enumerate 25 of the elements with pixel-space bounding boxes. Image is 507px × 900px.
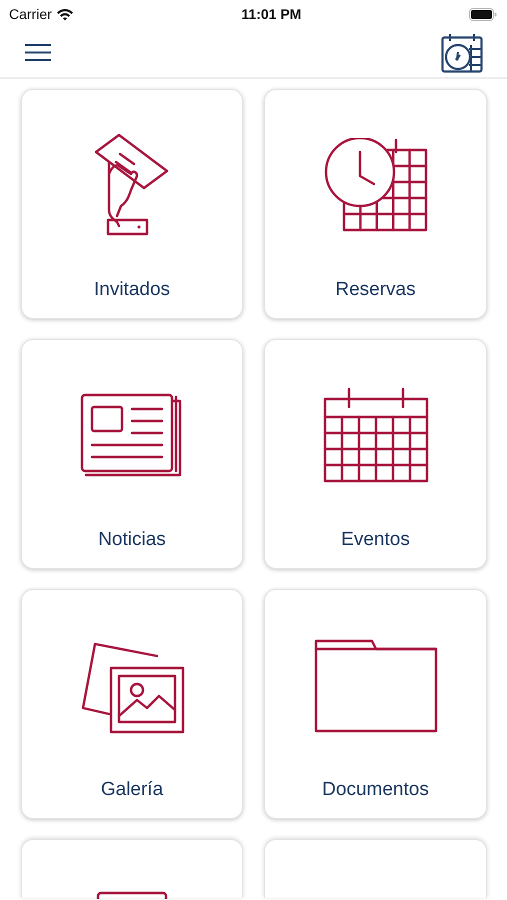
calendar-clock-icon[interactable] bbox=[441, 32, 483, 72]
tile-label: Galería bbox=[100, 778, 164, 802]
menu-tile[interactable]: Documentos bbox=[264, 589, 487, 819]
document-icon bbox=[96, 891, 168, 899]
calendar-icon bbox=[322, 386, 428, 482]
clock-calendar-icon bbox=[324, 138, 428, 232]
battery-icon bbox=[469, 8, 497, 20]
carrier-label: Carrier bbox=[9, 4, 52, 24]
menu-tile[interactable]: Noticias bbox=[21, 339, 243, 569]
tile-label: Reservas bbox=[335, 278, 416, 302]
tile-label: Invitados bbox=[94, 278, 170, 302]
menu-tile[interactable]: Eventos bbox=[264, 339, 487, 569]
tile-label: Documentos bbox=[322, 778, 429, 802]
menu-tile[interactable] bbox=[264, 839, 487, 898]
clock-time: 11:01 PM bbox=[241, 4, 302, 24]
ballot-hand-icon bbox=[95, 134, 169, 236]
menu-tile[interactable]: Galería bbox=[21, 589, 243, 819]
wifi-icon bbox=[56, 8, 74, 20]
newspaper-icon bbox=[80, 392, 184, 476]
tile-label: Eventos bbox=[341, 528, 410, 552]
menu-tile[interactable]: Reservas bbox=[264, 89, 487, 319]
menu-tile[interactable] bbox=[21, 839, 243, 898]
tile-label: Noticias bbox=[98, 528, 166, 552]
menu-icon[interactable] bbox=[24, 43, 52, 62]
menu-tile[interactable]: Invitados bbox=[21, 89, 243, 319]
